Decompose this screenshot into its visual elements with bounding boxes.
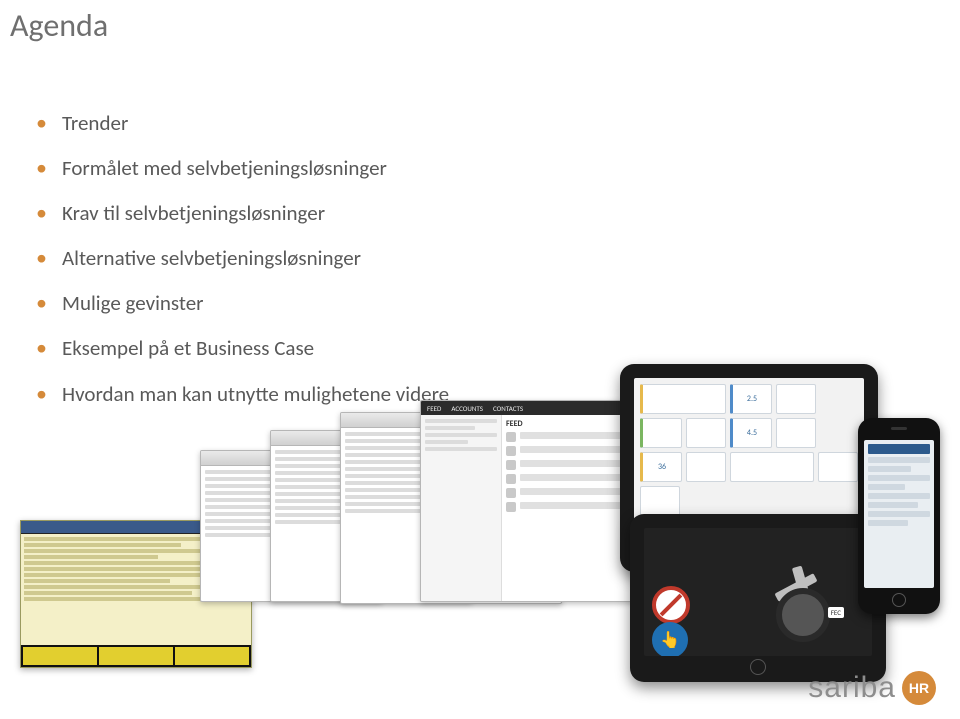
agenda-item-text: Alternative selvbetjeningsløsninger (62, 245, 361, 271)
slide-title: Agenda (10, 6, 108, 45)
agenda-item: Eksempel på et Business Case (36, 325, 449, 370)
phone-mockup (858, 418, 940, 614)
landing-gear-graphic: FEC (738, 538, 848, 648)
kpi-tile (640, 384, 726, 414)
part-label: FEC (828, 607, 844, 618)
agenda-item: Krav til selvbetjeningsløsninger (36, 190, 449, 235)
kpi-tile (730, 452, 814, 482)
agenda-item-text: Formålet med selvbetjeningsløsninger (62, 155, 387, 181)
no-smoking-icon (652, 586, 690, 624)
tablet-dark: FEC 👆 (630, 514, 886, 682)
screenshot-collage: FEED ACCOUNTS CONTACTS FEED (170, 390, 940, 660)
kpi-tile (776, 384, 816, 414)
tablet-home-button (750, 659, 766, 675)
agenda-item: Trender (36, 100, 449, 145)
kpi-tile (686, 452, 726, 482)
kpi-tile (640, 486, 680, 516)
brand-logo: sariba HR (808, 671, 936, 705)
agenda-item: Mulige gevinster (36, 280, 449, 325)
kpi-tile (640, 418, 682, 448)
kpi-tile: 4.5 (730, 418, 772, 448)
agenda-item: Formålet med selvbetjeningsløsninger (36, 145, 449, 190)
brand-word: sariba (808, 671, 896, 705)
kpi-tile (818, 452, 858, 482)
agenda-item-text: Krav til selvbetjeningsløsninger (62, 200, 325, 226)
feed-tab: ACCOUNTS (451, 404, 483, 413)
agenda-list: Trender Formålet med selvbetjeningsløsni… (36, 100, 449, 416)
phone-home-button (892, 593, 906, 607)
dashboard-tiles: 2.5 4.5 36 (634, 378, 864, 522)
slide: Agenda Trender Formålet med selvbetjenin… (0, 0, 960, 719)
agenda-item-text: Mulige gevinster (62, 290, 203, 316)
kpi-tile: 2.5 (730, 384, 772, 414)
agenda-item-text: Eksempel på et Business Case (62, 335, 314, 361)
phone-screen (864, 440, 934, 588)
feed-tab: FEED (427, 404, 441, 413)
kpi-tile (686, 418, 726, 448)
touch-icon: 👆 (652, 622, 688, 656)
kpi-tile (776, 418, 816, 448)
agenda-item: Alternative selvbetjeningsløsninger (36, 235, 449, 280)
phone-speaker (891, 427, 907, 430)
brand-badge: HR (902, 671, 936, 705)
kpi-tile: 36 (640, 452, 682, 482)
agenda-item-text: Trender (62, 110, 128, 136)
feed-tab: CONTACTS (493, 404, 523, 413)
